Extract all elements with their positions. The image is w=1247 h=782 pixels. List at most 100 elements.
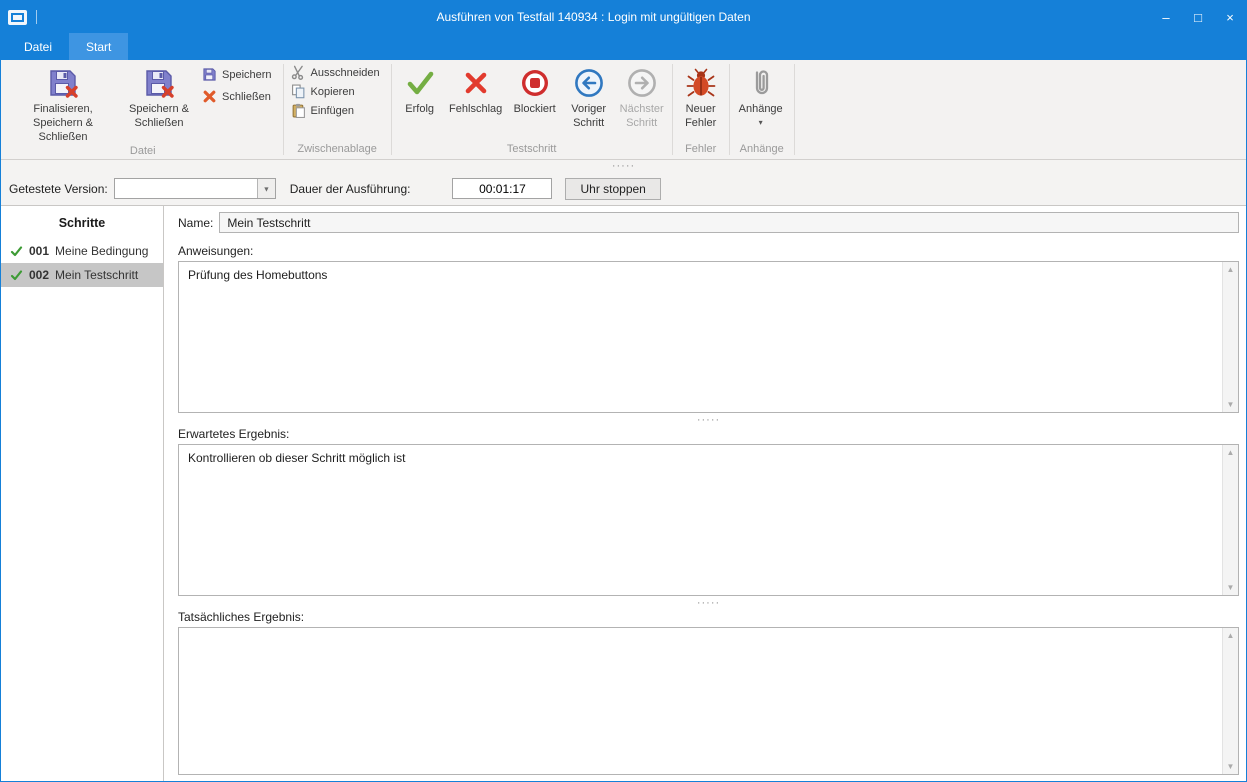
speichern-und-schliessen-button[interactable]: Speichern & Schließen bbox=[120, 63, 198, 131]
step-item-001[interactable]: 001 Meine Bedingung bbox=[1, 239, 163, 263]
blockiert-button[interactable]: Blockiert bbox=[507, 63, 563, 117]
minimize-button[interactable]: – bbox=[1150, 1, 1182, 33]
button-label: Finalisieren, Speichern & Schließen bbox=[9, 103, 117, 144]
close-button[interactable]: × bbox=[1214, 1, 1246, 33]
version-combobox-value[interactable] bbox=[115, 179, 257, 198]
group-label-zwischenablage: Zwischenablage bbox=[284, 142, 391, 159]
check-icon bbox=[10, 245, 23, 258]
x-mark-icon bbox=[460, 67, 492, 99]
vertical-scrollbar[interactable]: ▲ ▼ bbox=[1222, 628, 1238, 774]
save-close-icon bbox=[143, 67, 175, 99]
group-label-testschritt: Testschritt bbox=[392, 142, 672, 159]
group-label-datei: Datei bbox=[3, 144, 283, 161]
ribbon: Finalisieren, Speichern & Schließen Spei… bbox=[1, 60, 1246, 160]
button-label: Schließen bbox=[222, 91, 271, 103]
ribbon-tab-row: Datei Start bbox=[1, 33, 1246, 60]
naechster-schritt-button: Nächster Schritt bbox=[615, 63, 669, 131]
maximize-button[interactable]: □ bbox=[1182, 1, 1214, 33]
duration-label: Dauer der Ausführung: bbox=[290, 182, 411, 196]
tested-version-label: Getestete Version: bbox=[9, 182, 108, 196]
button-label: Kopieren bbox=[311, 86, 355, 98]
combobox-dropdown-button[interactable]: ▼ bbox=[257, 179, 275, 198]
button-label: Einfügen bbox=[311, 105, 354, 117]
group-label-anhaenge: Anhänge bbox=[730, 142, 794, 159]
expected-result-text[interactable]: Kontrollieren ob dieser Schritt möglich … bbox=[179, 445, 1222, 595]
button-label: Speichern bbox=[222, 69, 272, 81]
scroll-down-icon[interactable]: ▼ bbox=[1227, 762, 1235, 771]
window-controls: – □ × bbox=[1150, 1, 1246, 33]
app-icon[interactable] bbox=[8, 10, 27, 25]
main-area: Schritte 001 Meine Bedingung 002 Mein Te… bbox=[1, 206, 1246, 781]
check-icon bbox=[10, 269, 23, 282]
ribbon-separator bbox=[794, 64, 795, 155]
actual-result-textarea[interactable]: ▲ ▼ bbox=[178, 627, 1239, 775]
step-label: Mein Testschritt bbox=[55, 268, 138, 282]
button-label: Voriger Schritt bbox=[566, 103, 612, 131]
uhr-stoppen-button[interactable]: Uhr stoppen bbox=[565, 178, 660, 200]
tab-start[interactable]: Start bbox=[69, 33, 128, 60]
vertical-scrollbar[interactable]: ▲ ▼ bbox=[1222, 445, 1238, 595]
scroll-down-icon[interactable]: ▼ bbox=[1227, 583, 1235, 592]
button-label: Blockiert bbox=[514, 103, 556, 117]
checkmark-icon bbox=[404, 67, 436, 99]
button-label: Fehlschlag bbox=[449, 103, 502, 117]
finalisieren-speichern-schliessen-button[interactable]: Finalisieren, Speichern & Schließen bbox=[6, 63, 120, 144]
save-close-icon bbox=[47, 67, 79, 99]
tab-datei[interactable]: Datei bbox=[7, 33, 69, 60]
scroll-down-icon[interactable]: ▼ bbox=[1227, 400, 1235, 409]
button-label: Erfolg bbox=[405, 103, 434, 117]
name-input[interactable] bbox=[219, 212, 1239, 233]
scroll-up-icon[interactable]: ▲ bbox=[1227, 631, 1235, 640]
scroll-up-icon[interactable]: ▲ bbox=[1227, 265, 1235, 274]
version-combobox[interactable]: ▼ bbox=[114, 178, 276, 199]
horizontal-splitter[interactable]: ····· bbox=[178, 413, 1239, 427]
fehlschlag-button[interactable]: Fehlschlag bbox=[445, 63, 507, 117]
scissors-icon bbox=[291, 65, 306, 80]
step-item-002[interactable]: 002 Mein Testschritt bbox=[1, 263, 163, 287]
button-label: Neuer Fehler bbox=[679, 103, 723, 131]
expected-result-textarea[interactable]: Kontrollieren ob dieser Schritt möglich … bbox=[178, 444, 1239, 596]
ausschneiden-button[interactable]: Ausschneiden bbox=[287, 63, 388, 82]
ribbon-group-zwischenablage: Ausschneiden Kopieren bbox=[284, 60, 391, 159]
paperclip-icon bbox=[745, 67, 777, 99]
vertical-scrollbar[interactable]: ▲ ▼ bbox=[1222, 262, 1238, 412]
window-title: Ausführen von Testfall 140934 : Login mi… bbox=[61, 10, 1126, 24]
step-number: 001 bbox=[29, 244, 49, 258]
speichern-button[interactable]: Speichern bbox=[198, 65, 280, 84]
einfuegen-button[interactable]: Einfügen bbox=[287, 101, 388, 120]
chevron-down-icon: ▾ bbox=[759, 119, 763, 127]
step-number: 002 bbox=[29, 268, 49, 282]
paste-icon bbox=[291, 103, 306, 118]
ribbon-group-datei: Finalisieren, Speichern & Schließen Spei… bbox=[3, 60, 283, 159]
step-label: Meine Bedingung bbox=[55, 244, 148, 258]
instructions-text[interactable]: Prüfung des Homebuttons bbox=[179, 262, 1222, 412]
close-x-icon bbox=[202, 89, 217, 104]
horizontal-splitter[interactable]: ····· bbox=[1, 160, 1246, 172]
copy-icon bbox=[291, 84, 306, 99]
execution-toolbar: Getestete Version: ▼ Dauer der Ausführun… bbox=[1, 172, 1246, 206]
schliessen-button[interactable]: Schließen bbox=[198, 87, 280, 106]
arrow-left-circle-icon bbox=[573, 67, 605, 99]
duration-input[interactable] bbox=[452, 178, 552, 199]
erfolg-button[interactable]: Erfolg bbox=[395, 63, 445, 117]
step-detail-panel: Name: Anweisungen: Prüfung des Homebutto… bbox=[164, 206, 1246, 781]
actual-result-label: Tatsächliches Ergebnis: bbox=[178, 610, 1239, 624]
titlebar[interactable]: Ausführen von Testfall 140934 : Login mi… bbox=[1, 1, 1246, 33]
steps-header: Schritte bbox=[1, 211, 163, 239]
kopieren-button[interactable]: Kopieren bbox=[287, 82, 388, 101]
ribbon-group-fehler: Neuer Fehler Fehler bbox=[673, 60, 729, 159]
instructions-label: Anweisungen: bbox=[178, 244, 1239, 258]
ribbon-group-testschritt: Erfolg Fehlschlag bbox=[392, 60, 672, 159]
bug-icon bbox=[685, 67, 717, 99]
name-label: Name: bbox=[178, 216, 213, 230]
scroll-up-icon[interactable]: ▲ bbox=[1227, 448, 1235, 457]
steps-panel: Schritte 001 Meine Bedingung 002 Mein Te… bbox=[1, 206, 164, 781]
actual-result-text[interactable] bbox=[179, 628, 1222, 774]
button-label: Nächster Schritt bbox=[618, 103, 666, 131]
button-label: Anhänge bbox=[739, 103, 783, 117]
voriger-schritt-button[interactable]: Voriger Schritt bbox=[563, 63, 615, 131]
neuer-fehler-button[interactable]: Neuer Fehler bbox=[676, 63, 726, 131]
instructions-textarea[interactable]: Prüfung des Homebuttons ▲ ▼ bbox=[178, 261, 1239, 413]
anhaenge-button[interactable]: Anhänge ▾ bbox=[733, 63, 789, 127]
horizontal-splitter[interactable]: ····· bbox=[178, 596, 1239, 610]
